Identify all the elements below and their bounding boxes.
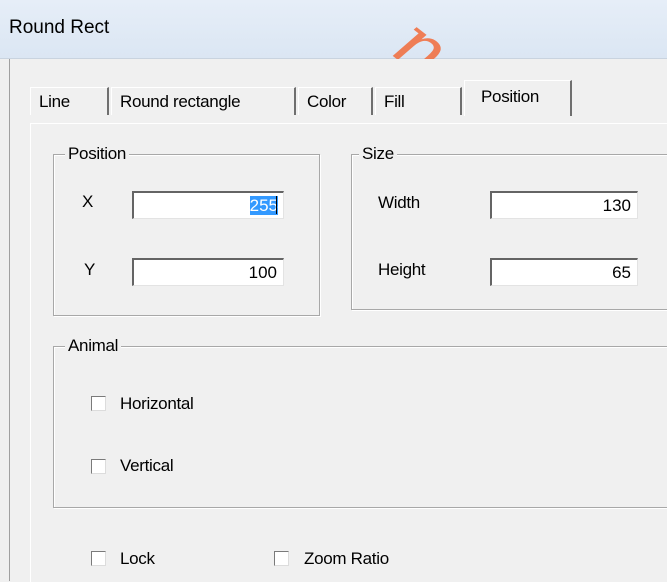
animal-group-legend: Animal [65,336,122,356]
tab-fill[interactable]: Fill [375,87,462,115]
height-field[interactable]: 65 [490,258,638,286]
tab-position[interactable]: Position [464,80,572,116]
window-title: Round Rect [9,17,110,38]
text-caret [276,196,277,214]
x-value: 255 [249,196,278,215]
y-field[interactable]: 100 [132,258,284,286]
tab-line[interactable]: Line [30,87,109,115]
vertical-label[interactable]: Vertical [120,456,174,476]
position-group-legend: Position [65,144,130,164]
height-label: Height [378,260,426,279]
lock-label[interactable]: Lock [120,549,155,569]
x-label: X [82,192,94,211]
animal-group: Animal [53,336,667,508]
tab-round-rectangle[interactable]: Round rectangle [111,87,296,115]
tab-round-rectangle-label: Round rectangle [120,92,241,111]
tab-fill-label: Fill [384,92,405,111]
horizontal-checkbox[interactable] [91,396,106,411]
zoom-ratio-checkbox[interactable] [274,551,289,566]
tab-position-label: Position [481,87,540,106]
width-field[interactable]: 130 [490,191,638,219]
tab-color-label: Color [307,92,347,111]
position-group: Position [53,144,320,316]
title-bar[interactable]: Round Rect [0,0,667,59]
tab-line-label: Line [39,92,70,111]
lock-checkbox[interactable] [91,551,106,566]
horizontal-label[interactable]: Horizontal [120,394,194,414]
vertical-checkbox[interactable] [91,459,106,474]
size-group-legend: Size [359,144,397,164]
size-group: Size [351,144,667,310]
y-label: Y [84,260,96,279]
x-field[interactable]: 255 [132,191,284,219]
width-label: Width [378,193,420,212]
zoom-ratio-label[interactable]: Zoom Ratio [304,549,389,569]
tab-color[interactable]: Color [298,87,373,115]
